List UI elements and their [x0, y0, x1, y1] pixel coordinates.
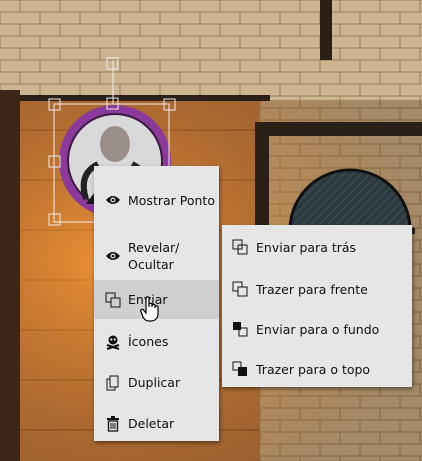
send-to-back-icon: [232, 321, 248, 337]
submenu-item-bring-to-front[interactable]: Trazer para o topo: [222, 349, 412, 389]
menu-item-show-point[interactable]: Mostrar Ponto: [94, 180, 219, 220]
eye-icon: [104, 191, 122, 209]
menu-item-icons[interactable]: Ícones: [94, 322, 219, 361]
submenu-item-send-backward[interactable]: Enviar para trás: [222, 227, 412, 267]
bring-forward-icon: [232, 281, 248, 297]
send-backward-icon: [232, 239, 248, 255]
send-submenu: Enviar para trás Trazer para frente Envi…: [222, 225, 412, 387]
menu-item-reveal-hide[interactable]: Revelar/ Ocultar: [94, 236, 219, 276]
submenu-item-bring-forward[interactable]: Trazer para frente: [222, 269, 412, 309]
skull-crossbones-icon: [104, 333, 122, 351]
trash-icon: [104, 415, 122, 433]
menu-item-delete[interactable]: Deletar: [94, 404, 219, 443]
layers-icon: [104, 291, 122, 309]
copy-icon: [104, 374, 122, 392]
hand-pointer-cursor: [140, 296, 159, 322]
eye-icon: [104, 247, 122, 265]
submenu-item-send-to-back[interactable]: Enviar para o fundo: [222, 309, 412, 349]
bring-to-front-icon: [232, 361, 248, 377]
menu-item-duplicate[interactable]: Duplicar: [94, 363, 219, 402]
